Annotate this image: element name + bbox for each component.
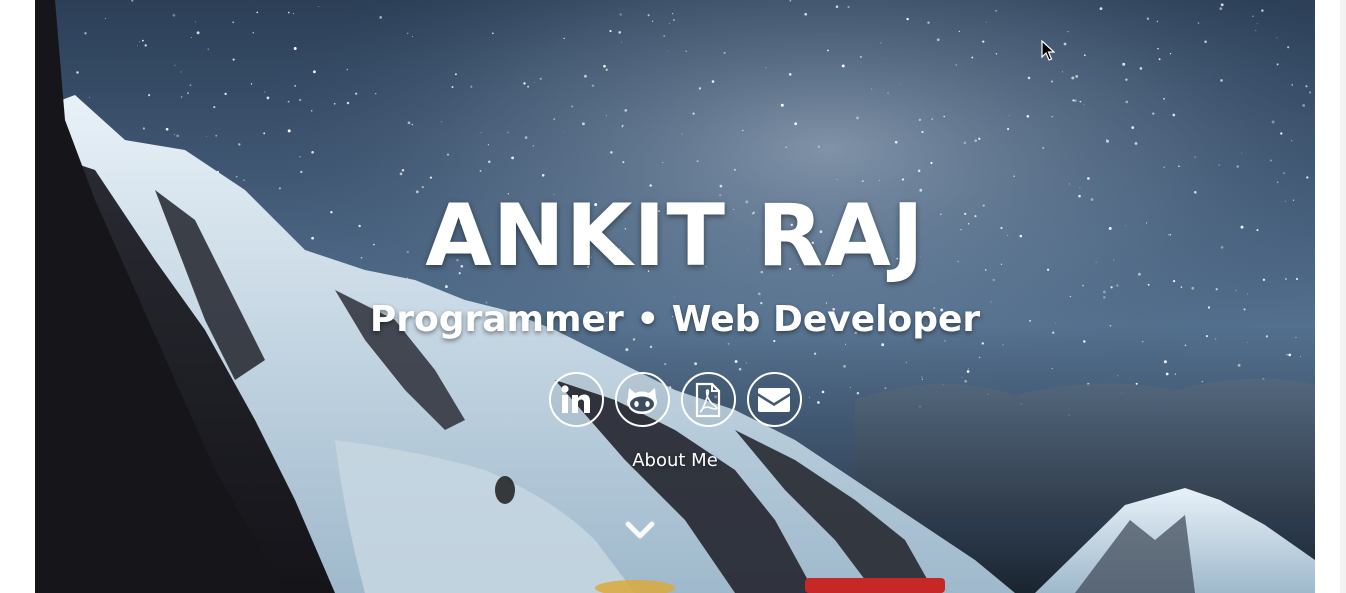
mouse-cursor-icon [1041, 40, 1055, 61]
social-links [35, 372, 1315, 427]
about-me-link[interactable]: About Me [35, 449, 1315, 473]
page: ANKIT RAJ Programmer • Web Developer Abo… [0, 0, 1346, 593]
hero-name: ANKIT RAJ [425, 186, 925, 286]
resume-pdf-link[interactable] [680, 372, 736, 427]
scrollbar-track[interactable] [1340, 0, 1346, 593]
hero-tagline: Programmer • Web Developer [369, 299, 981, 340]
github-icon [627, 387, 657, 414]
email-icon [758, 387, 790, 412]
email-link[interactable] [746, 372, 802, 427]
linkedin-icon [561, 384, 590, 413]
github-link[interactable] [614, 372, 670, 427]
hero-content: ANKIT RAJ Programmer • Web Developer Abo… [35, 0, 1315, 593]
chevron-down-icon[interactable] [625, 518, 655, 542]
pdf-resume-icon [695, 382, 721, 417]
linkedin-link[interactable] [548, 372, 604, 427]
